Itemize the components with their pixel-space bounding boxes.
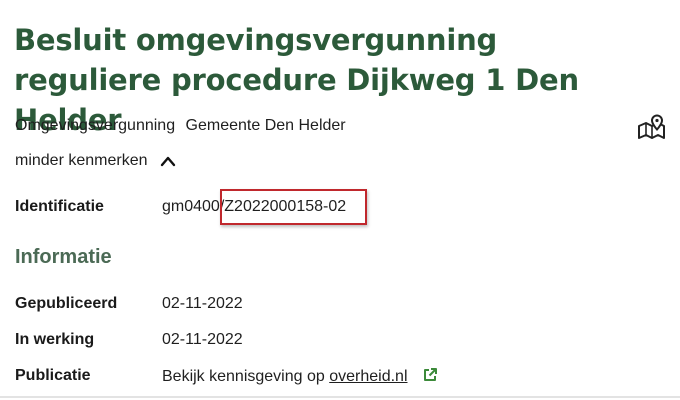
published-value: 02-11-2022: [162, 295, 243, 312]
document-organisation: Gemeente Den Helder: [185, 117, 346, 134]
publication-value: Bekijk kennisgeving op overheid.nl: [162, 367, 438, 386]
identification-row: Identificatie gm0400/Z2022000158-02: [15, 189, 368, 225]
identification-prefix: gm0400/: [162, 198, 225, 215]
published-row: Gepubliceerd 02-11-2022: [15, 295, 243, 313]
toggle-characteristics[interactable]: minder kenmerken: [15, 152, 176, 170]
published-label: Gepubliceerd: [15, 295, 118, 312]
identification-label: Identificatie: [15, 198, 104, 215]
publication-text: Bekijk kennisgeving op: [162, 368, 325, 385]
document-meta: Omgevingsvergunning Gemeente Den Helder: [15, 117, 346, 135]
identification-value: gm0400/Z2022000158-02: [162, 189, 368, 225]
publication-label: Publicatie: [15, 367, 91, 384]
in-force-row: In werking 02-11-2022: [15, 331, 243, 349]
in-force-value: 02-11-2022: [162, 331, 243, 348]
in-force-label: In werking: [15, 331, 95, 348]
divider: [0, 396, 680, 398]
identification-id: Z2022000158-02: [224, 198, 347, 215]
section-heading-informatie: Informatie: [15, 246, 112, 268]
chevron-up-icon: [160, 156, 175, 167]
publication-row: Publicatie Bekijk kennisgeving op overhe…: [15, 367, 438, 386]
map-pin-icon[interactable]: [637, 114, 667, 140]
document-type: Omgevingsvergunning: [15, 117, 176, 134]
overheid-link[interactable]: overheid.nl: [329, 368, 407, 385]
external-link-icon[interactable]: [422, 367, 438, 383]
toggle-label: minder kenmerken: [15, 152, 148, 169]
